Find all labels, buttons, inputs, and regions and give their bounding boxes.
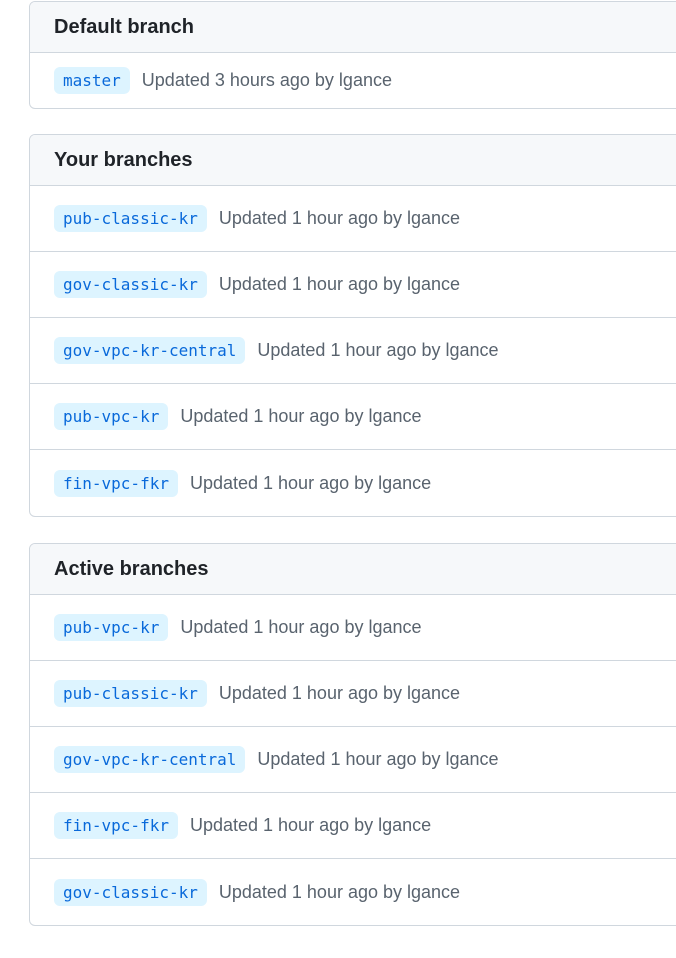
- branch-name-link[interactable]: master: [54, 67, 130, 94]
- branch-updated-text: Updated 1 hour ago by lgance: [180, 406, 422, 426]
- branch-name-link[interactable]: gov-classic-kr: [54, 878, 207, 906]
- branch-updated-text: Updated 1 hour ago by lgance: [180, 617, 422, 637]
- branch-row: fin-vpc-fkr Updated 1 hour ago by lgance: [30, 793, 676, 859]
- branch-name-link[interactable]: gov-vpc-kr-central: [54, 337, 246, 364]
- branch-updated-text: Updated 1 hour ago by lgance: [218, 683, 461, 703]
- branch-name-link[interactable]: pub-vpc-kr: [54, 614, 169, 641]
- active-branches-heading: Active branches: [30, 544, 676, 595]
- branches-page: Default branch master Updated 3 hours ag…: [0, 0, 676, 958]
- branch-name-link[interactable]: pub-classic-kr: [54, 680, 207, 707]
- branch-row: pub-vpc-kr Updated 1 hour ago by lgance: [30, 595, 676, 661]
- branch-updated-text: Updated 1 hour ago by lgance: [189, 472, 432, 493]
- branch-row: pub-classic-kr Updated 1 hour ago by lga…: [30, 186, 676, 252]
- branch-updated-text: Updated 3 hours ago by lgance: [141, 70, 392, 90]
- your-branches-heading: Your branches: [30, 135, 676, 186]
- branch-row: fin-vpc-fkr Updated 1 hour ago by lgance: [30, 450, 676, 516]
- branch-name-link[interactable]: gov-classic-kr: [54, 271, 207, 298]
- branch-row: pub-classic-kr Updated 1 hour ago by lga…: [30, 661, 676, 727]
- branch-name-link[interactable]: fin-vpc-fkr: [54, 469, 178, 497]
- branch-row: gov-vpc-kr-central Updated 1 hour ago by…: [30, 318, 676, 384]
- default-branch-heading: Default branch: [30, 2, 676, 53]
- default-branch-box: Default branch master Updated 3 hours ag…: [29, 1, 676, 109]
- branch-updated-text: Updated 1 hour ago by lgance: [218, 881, 461, 902]
- branch-row: pub-vpc-kr Updated 1 hour ago by lgance: [30, 384, 676, 450]
- your-branches-box: Your branches pub-classic-kr Updated 1 h…: [29, 134, 676, 517]
- branch-updated-text: Updated 1 hour ago by lgance: [257, 340, 499, 360]
- active-branches-box: Active branches pub-vpc-kr Updated 1 hou…: [29, 543, 676, 926]
- branch-row: gov-classic-kr Updated 1 hour ago by lga…: [30, 252, 676, 318]
- branch-updated-text: Updated 1 hour ago by lgance: [257, 749, 499, 769]
- branch-row: gov-classic-kr Updated 1 hour ago by lga…: [30, 859, 676, 925]
- branch-name-link[interactable]: pub-vpc-kr: [54, 403, 169, 430]
- branch-name-link[interactable]: pub-classic-kr: [54, 205, 207, 232]
- branch-name-link[interactable]: gov-vpc-kr-central: [54, 746, 246, 773]
- branch-updated-text: Updated 1 hour ago by lgance: [218, 274, 461, 294]
- branch-row: gov-vpc-kr-central Updated 1 hour ago by…: [30, 727, 676, 793]
- branch-name-link[interactable]: fin-vpc-fkr: [54, 812, 178, 839]
- branch-updated-text: Updated 1 hour ago by lgance: [189, 815, 432, 835]
- branch-updated-text: Updated 1 hour ago by lgance: [218, 208, 461, 228]
- branch-row: master Updated 3 hours ago by lgance: [30, 53, 676, 108]
